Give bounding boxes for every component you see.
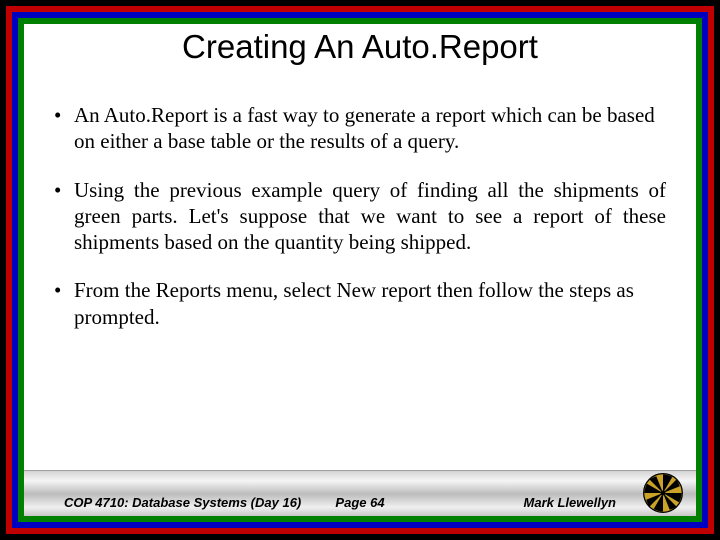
slide-title: Creating An Auto.Report bbox=[24, 28, 696, 66]
bullet-text: An Auto.Report is a fast way to generate… bbox=[74, 102, 666, 155]
bullet-dot-icon: • bbox=[54, 277, 74, 330]
bullet-dot-icon: • bbox=[54, 177, 74, 256]
bullet-text: Using the previous example query of find… bbox=[74, 177, 666, 256]
footer-bar: COP 4710: Database Systems (Day 16) Page… bbox=[24, 471, 696, 516]
bullet-item: • An Auto.Report is a fast way to genera… bbox=[54, 102, 666, 155]
ucf-logo-icon bbox=[642, 472, 684, 514]
bullet-item: • Using the previous example query of fi… bbox=[54, 177, 666, 256]
bullet-item: • From the Reports menu, select New repo… bbox=[54, 277, 666, 330]
footer-course: COP 4710: Database Systems (Day 16) bbox=[64, 495, 301, 510]
footer-divider bbox=[24, 470, 696, 472]
slide-body: • An Auto.Report is a fast way to genera… bbox=[54, 102, 666, 352]
footer-author: Mark Llewellyn bbox=[524, 495, 616, 510]
footer-page: Page 64 bbox=[335, 495, 384, 510]
content-area: Creating An Auto.Report • An Auto.Report… bbox=[24, 24, 696, 516]
bullet-text: From the Reports menu, select New report… bbox=[74, 277, 666, 330]
bullet-dot-icon: • bbox=[54, 102, 74, 155]
slide: Creating An Auto.Report • An Auto.Report… bbox=[0, 0, 720, 540]
